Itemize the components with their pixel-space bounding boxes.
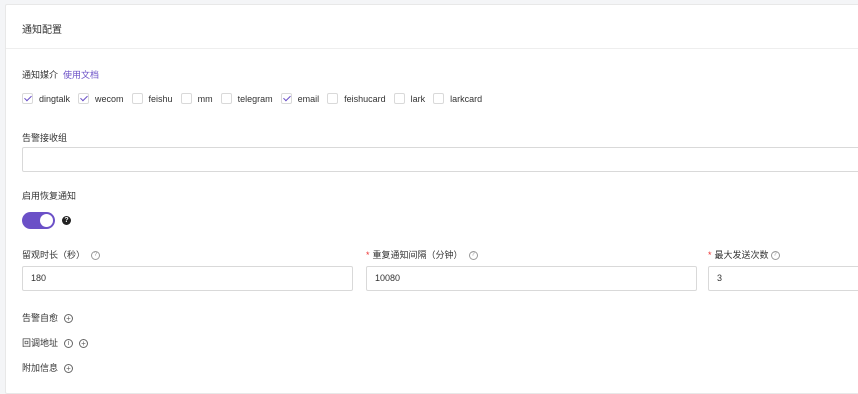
repeat-field-label: * 重复通知间隔（分钟）? bbox=[366, 248, 478, 261]
callback-label: 回调地址 bbox=[22, 338, 59, 348]
self-heal-label: 告警自愈 bbox=[22, 313, 59, 323]
plus-circle-icon[interactable]: + bbox=[64, 364, 74, 374]
extra-row: 附加信息 + bbox=[22, 361, 74, 374]
checkbox-checked-icon[interactable] bbox=[22, 93, 33, 104]
media-option-larkcard[interactable]: larkcard bbox=[433, 93, 482, 104]
required-mark: * bbox=[708, 250, 712, 260]
checkbox-empty-icon[interactable] bbox=[393, 93, 405, 104]
checkbox-checked-icon[interactable] bbox=[78, 93, 90, 104]
help-circle-icon[interactable]: ? bbox=[770, 251, 780, 261]
observe-input[interactable]: 180 bbox=[22, 266, 353, 291]
observe-label: 留观时长（秒） bbox=[22, 250, 86, 260]
recovery-switch[interactable] bbox=[22, 212, 55, 229]
media-option-label: email bbox=[297, 93, 320, 104]
media-option-label: mm bbox=[197, 93, 213, 104]
media-label: 通知媒介 bbox=[22, 70, 59, 80]
media-option-label: feishucard bbox=[344, 93, 386, 104]
checkbox-empty-icon[interactable] bbox=[220, 93, 232, 104]
media-option-lark[interactable]: lark bbox=[393, 93, 426, 104]
required-mark: * bbox=[366, 250, 370, 260]
notification-config-card: 通知配置 通知媒介 使用文档 dingtalk wecom feishu mm teleg… bbox=[5, 4, 858, 394]
media-option-feishucard[interactable]: feishucard bbox=[327, 93, 386, 104]
media-option-label: feishu bbox=[148, 93, 173, 104]
media-option-dingtalk[interactable]: dingtalk bbox=[22, 93, 70, 104]
max-send-label: 最大发送次数 bbox=[714, 250, 769, 260]
card-title: 通知配置 bbox=[22, 25, 62, 36]
recovery-label: 启用恢复通知 bbox=[22, 191, 77, 201]
checkbox-empty-icon[interactable] bbox=[180, 93, 192, 104]
help-circle-icon[interactable]: ? bbox=[468, 251, 478, 261]
repeat-input[interactable]: 10080 bbox=[366, 266, 697, 291]
media-option-label: telegram bbox=[237, 93, 273, 104]
checkbox-empty-icon[interactable] bbox=[433, 93, 445, 104]
media-option-email[interactable]: email bbox=[280, 93, 320, 104]
plus-circle-icon[interactable]: + bbox=[79, 339, 89, 349]
media-option-label: dingtalk bbox=[39, 93, 71, 104]
repeat-label: 重复通知间隔（分钟） bbox=[372, 250, 463, 260]
max-send-input[interactable]: 3 bbox=[708, 266, 858, 291]
question-circle-icon[interactable]: ? bbox=[62, 216, 71, 225]
checkbox-checked-icon[interactable] bbox=[280, 93, 292, 104]
self-heal-row: 告警自愈 + bbox=[22, 311, 74, 324]
media-option-label: lark bbox=[410, 93, 426, 104]
info-circle-icon[interactable]: i bbox=[64, 339, 74, 349]
max-send-field-label: * 最大发送次数? bbox=[708, 248, 780, 261]
media-option-wecom[interactable]: wecom bbox=[78, 93, 124, 104]
card-header: 通知配置 bbox=[6, 5, 858, 49]
checkbox-empty-icon[interactable] bbox=[131, 93, 143, 104]
doc-link[interactable]: 使用文档 bbox=[63, 70, 99, 80]
media-option-mm[interactable]: mm bbox=[180, 93, 213, 104]
receiver-select[interactable] bbox=[22, 147, 858, 172]
switch-knob bbox=[40, 214, 53, 227]
media-option-label: larkcard bbox=[450, 93, 483, 104]
checkbox-empty-icon[interactable] bbox=[327, 93, 339, 104]
media-option-feishu[interactable]: feishu bbox=[131, 93, 173, 104]
media-option-label: wecom bbox=[95, 93, 124, 104]
plus-circle-icon[interactable]: + bbox=[64, 314, 74, 324]
media-field-label: 通知媒介 使用文档 bbox=[22, 68, 99, 81]
help-circle-icon[interactable]: ? bbox=[91, 251, 101, 261]
extra-label: 附加信息 bbox=[22, 363, 59, 373]
receiver-label: 告警接收组 bbox=[22, 133, 68, 143]
media-option-telegram[interactable]: telegram bbox=[220, 93, 273, 104]
media-checkbox-group: dingtalk wecom feishu mm telegram email feishu… bbox=[22, 93, 490, 104]
observe-field-label: 留观时长（秒）? bbox=[22, 248, 101, 261]
callback-row: 回调地址 i + bbox=[22, 336, 89, 349]
